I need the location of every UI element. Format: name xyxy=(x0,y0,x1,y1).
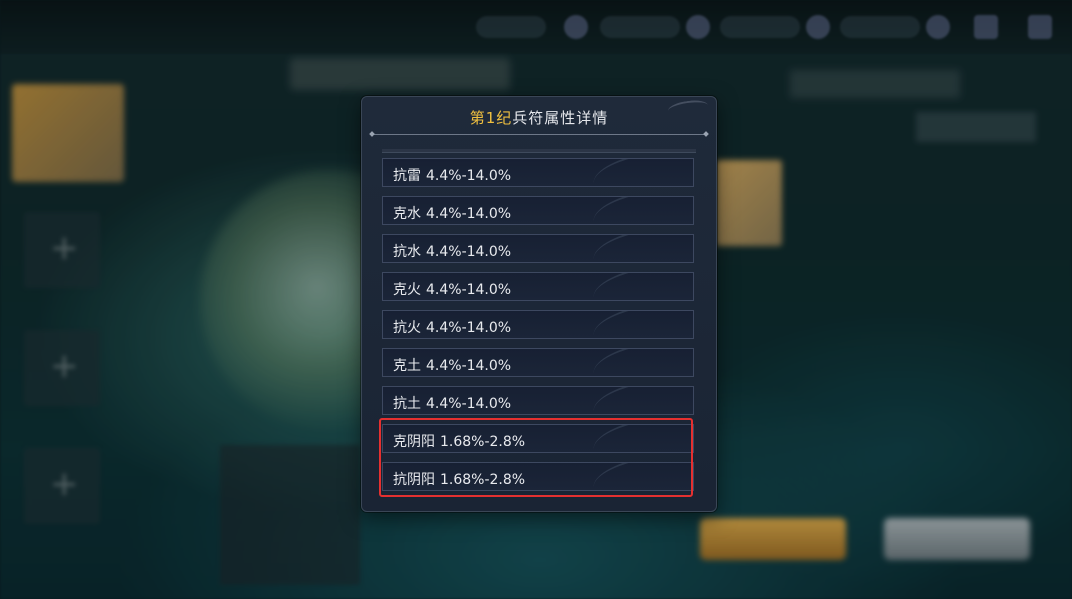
attribute-range: 4.4%-14.0% xyxy=(426,244,512,260)
attribute-label: 抗水 4.4%-14.0% xyxy=(393,241,511,261)
annotation-highlight-box xyxy=(379,418,693,497)
attribute-name: 克火 xyxy=(393,282,421,298)
attribute-label: 抗火 4.4%-14.0% xyxy=(393,317,511,337)
attribute-range: 4.4%-14.0% xyxy=(426,282,512,298)
attribute-row: 抗雷 4.4%-14.0% xyxy=(382,158,694,187)
attribute-label: 克火 4.4%-14.0% xyxy=(393,279,511,299)
attribute-row: 克土 4.4%-14.0% xyxy=(382,348,694,377)
attribute-range: 4.4%-14.0% xyxy=(426,206,512,222)
title-divider xyxy=(372,134,706,135)
attribute-row: 抗土 4.4%-14.0% xyxy=(382,386,694,415)
attribute-name: 克土 xyxy=(393,358,421,374)
attribute-label: 抗土 4.4%-14.0% xyxy=(393,393,511,413)
attribute-row: 抗水 4.4%-14.0% xyxy=(382,234,694,263)
attribute-label: 克水 4.4%-14.0% xyxy=(393,203,511,223)
list-top-edge xyxy=(382,149,696,153)
attribute-name: 抗水 xyxy=(393,244,421,260)
attribute-name: 抗火 xyxy=(393,320,421,336)
attribute-range: 4.4%-14.0% xyxy=(426,358,512,374)
popup-title: 第1纪兵符属性详情 xyxy=(362,107,716,128)
attribute-row: 抗火 4.4%-14.0% xyxy=(382,310,694,339)
attribute-row: 克火 4.4%-14.0% xyxy=(382,272,694,301)
attribute-name: 抗雷 xyxy=(393,168,421,184)
attribute-name: 克水 xyxy=(393,206,421,222)
popup-title-era: 第1纪 xyxy=(469,109,513,127)
popup-title-text: 兵符属性详情 xyxy=(512,109,609,127)
attribute-row: 克水 4.4%-14.0% xyxy=(382,196,694,225)
attribute-range: 4.4%-14.0% xyxy=(426,168,512,184)
attribute-range: 4.4%-14.0% xyxy=(426,396,512,412)
attribute-label: 抗雷 4.4%-14.0% xyxy=(393,165,511,185)
attribute-name: 抗土 xyxy=(393,396,421,412)
attribute-label: 克土 4.4%-14.0% xyxy=(393,355,511,375)
attribute-range: 4.4%-14.0% xyxy=(426,320,512,336)
